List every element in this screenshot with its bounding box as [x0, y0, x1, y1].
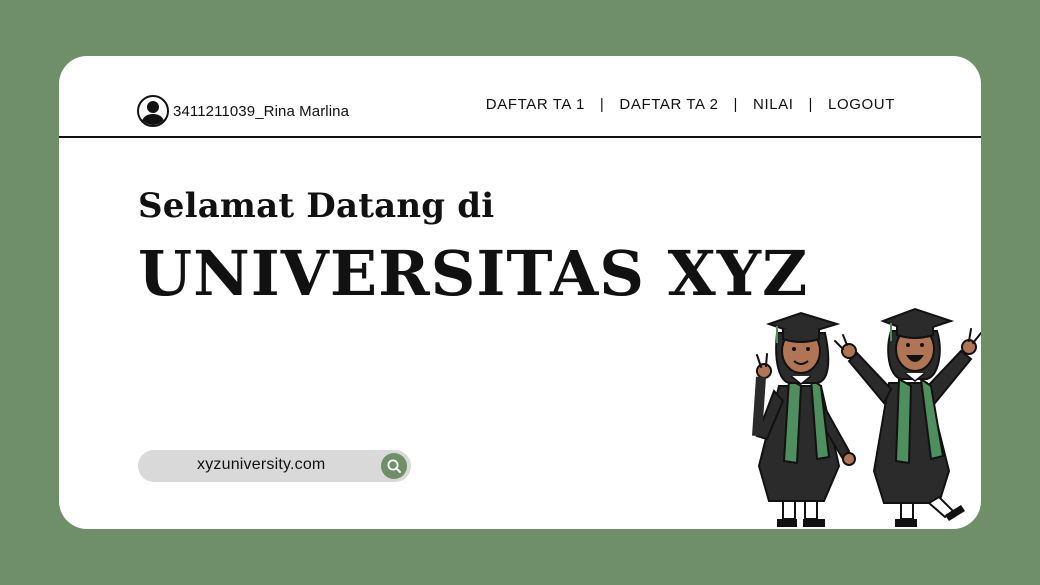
username-label: 3411211039_Rina Marlina — [173, 102, 350, 120]
search-icon — [387, 459, 401, 473]
nav-daftar-ta2[interactable]: DAFTAR TA 2 — [619, 96, 718, 113]
user-info: 3411211039_Rina Marlina — [137, 94, 349, 128]
nav-separator: | — [599, 96, 605, 113]
welcome-heading: Selamat Datang di — [138, 186, 495, 226]
website-url-text: xyzuniversity.com — [197, 456, 326, 473]
nav-nilai[interactable]: NILAI — [753, 96, 794, 113]
nav-separator: | — [808, 96, 814, 113]
nav-daftar-ta1[interactable]: DAFTAR TA 1 — [486, 96, 585, 113]
main-card: 3411211039_Rina Marlina DAFTAR TA 1 | DA… — [59, 56, 981, 529]
header-bar: 3411211039_Rina Marlina DAFTAR TA 1 | DA… — [59, 56, 981, 138]
nav-separator: | — [733, 96, 739, 113]
user-avatar-icon — [137, 95, 169, 127]
search-button[interactable] — [381, 453, 407, 479]
graduates-illustration-icon — [752, 307, 981, 527]
website-search-bar[interactable]: xyzuniversity.com — [138, 450, 411, 482]
nav-logout[interactable]: LOGOUT — [828, 96, 895, 113]
university-title: UNIVERSITAS XYZ — [138, 237, 809, 310]
main-nav: DAFTAR TA 1 | DAFTAR TA 2 | NILAI | LOGO… — [486, 96, 895, 113]
